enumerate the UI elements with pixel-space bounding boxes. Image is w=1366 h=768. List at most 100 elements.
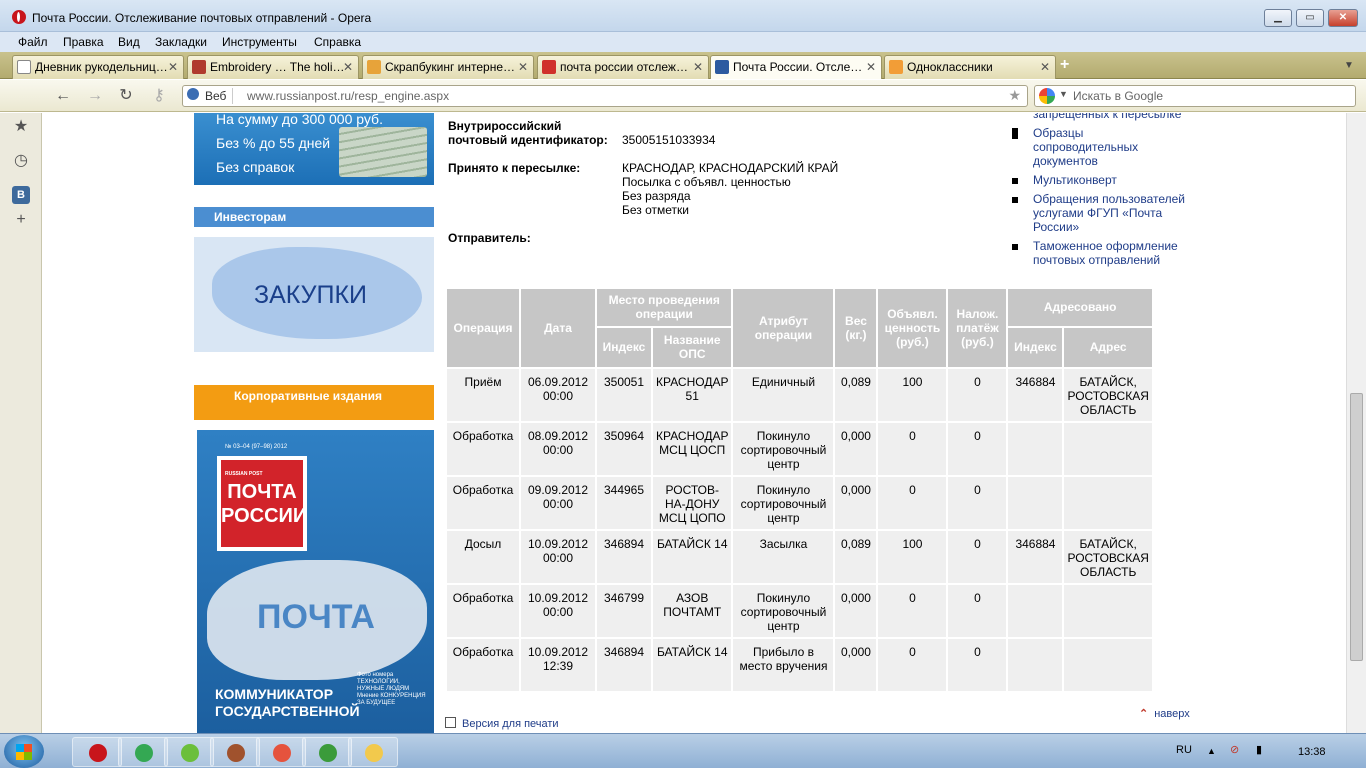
taskbar-paint-button[interactable] <box>256 737 306 767</box>
cell-addr-index <box>1008 477 1063 529</box>
link-samples[interactable]: Образцы сопроводительных документов <box>1033 126 1138 168</box>
cell-addr <box>1064 585 1152 637</box>
vertical-scrollbar[interactable] <box>1346 113 1366 733</box>
cover-title: КОММУНИКАТОР ГОСУДАРСТВЕННОЙ <box>215 686 360 720</box>
menu-tools[interactable]: Инструменты <box>222 35 297 49</box>
taskbar-book-button[interactable] <box>210 737 260 767</box>
cell-cod: 0 <box>948 369 1007 421</box>
utorrent-icon <box>319 744 337 762</box>
bookmark-star-icon[interactable]: ★ <box>1008 87 1021 104</box>
cell-place-name: БАТАЙСК 14 <box>653 531 732 583</box>
tab-close-icon[interactable]: ✕ <box>343 60 353 74</box>
search-input[interactable]: ▼ Искать в Google <box>1034 85 1356 107</box>
menu-bookmarks[interactable]: Закладки <box>155 35 207 49</box>
scrollbar-thumb[interactable] <box>1350 393 1363 661</box>
table-row: Обработка 10.09.2012 12:39 346894 БАТАЙСК 1… <box>447 639 1152 691</box>
tab-yandex-search[interactable]: почта россии отслеж… ✕ <box>537 55 709 79</box>
cell-declared: 100 <box>878 531 947 583</box>
cover-title-line: КОММУНИКАТОР <box>215 686 334 702</box>
cell-weight: 0,089 <box>835 531 877 583</box>
taskbar-chrome-button[interactable] <box>118 737 168 767</box>
tab-diary[interactable]: Дневник рукодельниц… ✕ <box>12 55 184 79</box>
tab-close-icon[interactable]: ✕ <box>168 60 178 74</box>
accepted-line: Без отметки <box>622 203 690 217</box>
magazine-cover[interactable]: № 03–04 (97–98) 2012 RUSSIAN POST ПОЧТА … <box>197 430 434 733</box>
link-prohibited[interactable]: запрещенных к пересылке <box>1033 113 1181 121</box>
menu-help[interactable]: Справка <box>314 35 361 49</box>
cell-date: 06.09.2012 00:00 <box>521 369 595 421</box>
new-tab-icon[interactable]: + <box>1060 56 1069 74</box>
start-button[interactable] <box>4 735 44 768</box>
tab-close-icon[interactable]: ✕ <box>518 60 528 74</box>
tab-odnoklassniki[interactable]: Одноклассники ✕ <box>884 55 1056 79</box>
taskbar-utorrent-button[interactable] <box>302 737 352 767</box>
cell-declared: 0 <box>878 423 947 475</box>
address-field[interactable]: Веб www.russianpost.ru/resp_engine.aspx … <box>182 85 1028 107</box>
cell-cod: 0 <box>948 585 1007 637</box>
th-place: Место проведения операции <box>597 289 732 326</box>
cell-place-index: 346799 <box>597 585 651 637</box>
cell-declared: 0 <box>878 477 947 529</box>
investors-link[interactable]: Инвесторам <box>194 207 434 227</box>
link-appeals[interactable]: Обращения пользователей услугами ФГУП «П… <box>1033 192 1185 234</box>
key-icon[interactable]: ⚷ <box>149 86 169 106</box>
corporate-editions-link[interactable]: Корпоративные издания <box>194 385 434 420</box>
cell-attribute: Покинуло сортировочный центр <box>733 585 834 637</box>
tab-embroidery[interactable]: Embroidery … The holi… ✕ <box>187 55 359 79</box>
menu-view[interactable]: Вид <box>118 35 140 49</box>
taskbar-explorer-button[interactable] <box>348 737 398 767</box>
th-addressed: Адресовано <box>1008 289 1152 326</box>
th-cod: Налож. платёж (руб.) <box>948 289 1007 367</box>
tab-close-icon[interactable]: ✕ <box>866 60 876 74</box>
tab-scrapbooking[interactable]: Скрапбукинг интерне… ✕ <box>362 55 534 79</box>
web-chip[interactable]: Веб <box>187 88 234 104</box>
menu-edit[interactable]: Правка <box>63 35 104 49</box>
tab-list-icon[interactable]: ▼ <box>1344 60 1354 71</box>
up-arrow-icon: ⌃ <box>1139 708 1149 720</box>
link-line: России» <box>1033 220 1080 234</box>
chevron-down-icon[interactable]: ▼ <box>1059 89 1068 99</box>
link-customs[interactable]: Таможенное оформление почтовых отправлен… <box>1033 239 1178 267</box>
navigation-bar: ← → ↻ ⚷ Веб www.russianpost.ru/resp_engi… <box>0 80 1366 112</box>
menu-file[interactable]: Файл <box>18 35 48 49</box>
zakupki-banner[interactable]: ЗАКУПКИ <box>194 237 434 352</box>
cell-date: 10.09.2012 12:39 <box>521 639 595 691</box>
tab-close-icon[interactable]: ✕ <box>693 60 703 74</box>
loan-line: Без справок <box>216 159 295 175</box>
tray-expand-icon[interactable]: ▲ <box>1207 746 1216 756</box>
battery-icon[interactable]: ▮ <box>1256 743 1262 756</box>
back-to-top-link[interactable]: ⌃ наверх <box>1139 707 1190 720</box>
th-attribute: Атрибут операции <box>733 289 834 367</box>
add-panel-icon[interactable]: + <box>12 211 30 229</box>
forward-icon[interactable]: → <box>85 86 105 106</box>
cell-place-name: АЗОВ ПОЧТАМТ <box>653 585 732 637</box>
page-content: На сумму до 300 000 руб. Без % до 55 дне… <box>43 113 1346 733</box>
maximize-button[interactable]: ▭ <box>1296 9 1324 27</box>
cell-attribute: Засылка <box>733 531 834 583</box>
cell-place-name: БАТАЙСК 14 <box>653 639 732 691</box>
taskbar-icq-button[interactable] <box>164 737 214 767</box>
close-button[interactable]: ✕ <box>1328 9 1358 27</box>
print-version-link[interactable]: Версия для печати <box>445 717 559 730</box>
bookmarks-star-icon[interactable]: ★ <box>12 118 30 136</box>
url-text[interactable]: www.russianpost.ru/resp_engine.aspx <box>247 89 449 103</box>
tab-russianpost[interactable]: Почта России. Отсле… ✕ <box>710 55 882 79</box>
table-row: Приём 06.09.2012 00:00 350051 КРАСНОДАР 51 Е… <box>447 369 1152 421</box>
minimize-button[interactable]: ▁ <box>1264 9 1292 27</box>
link-line: документов <box>1033 154 1098 168</box>
network-icon[interactable]: ⊘ <box>1230 743 1239 756</box>
reload-icon[interactable]: ↻ <box>116 86 136 106</box>
taskbar-opera-button[interactable] <box>72 737 122 767</box>
loan-banner[interactable]: На сумму до 300 000 руб. Без % до 55 дне… <box>194 113 434 185</box>
cell-place-index: 346894 <box>597 639 651 691</box>
google-icon[interactable] <box>1039 88 1055 104</box>
language-indicator[interactable]: RU <box>1176 744 1192 756</box>
vk-icon[interactable]: B <box>12 186 30 204</box>
clock[interactable]: 13:38 <box>1298 746 1326 758</box>
bullet-icon <box>1012 178 1018 184</box>
link-multienvelope[interactable]: Мультиконверт <box>1033 173 1117 187</box>
tab-close-icon[interactable]: ✕ <box>1040 60 1050 74</box>
accepted-label: Принято к пересылке: <box>448 161 581 175</box>
history-clock-icon[interactable]: ◷ <box>12 152 30 170</box>
back-icon[interactable]: ← <box>53 86 73 106</box>
